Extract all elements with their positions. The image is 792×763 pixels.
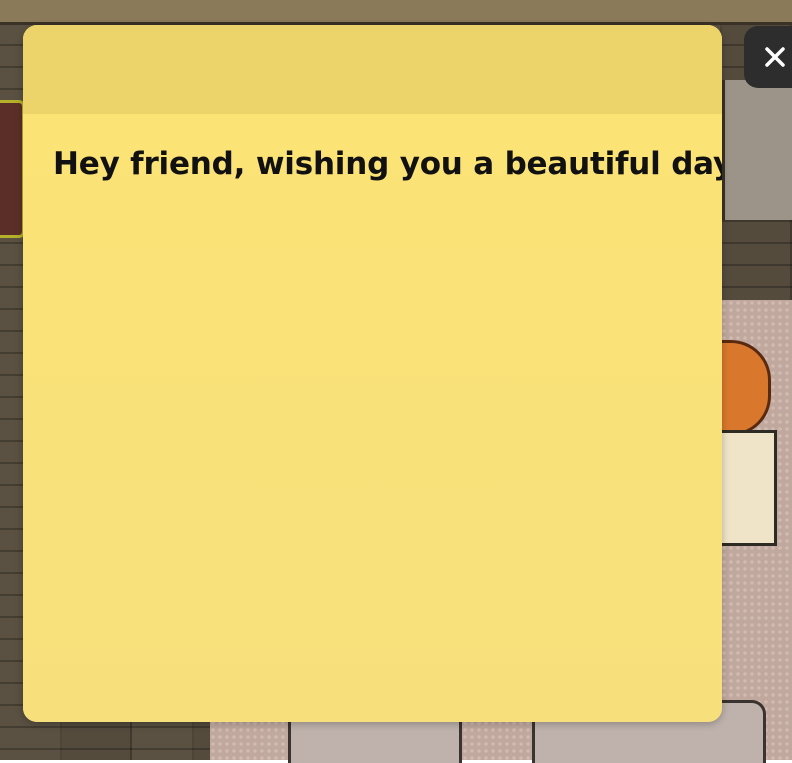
room-shelf — [722, 80, 792, 220]
close-icon — [762, 44, 788, 70]
note-header — [23, 25, 722, 114]
note-body: Hey friend, wishing you a beautiful day! — [23, 114, 722, 722]
room-side-table — [722, 430, 777, 546]
note-message: Hey friend, wishing you a beautiful day! — [53, 146, 722, 182]
note-modal: Hey friend, wishing you a beautiful day! — [23, 25, 722, 722]
room-cabinet — [0, 100, 25, 238]
close-button[interactable] — [744, 26, 792, 88]
room-top-wall — [0, 0, 792, 25]
